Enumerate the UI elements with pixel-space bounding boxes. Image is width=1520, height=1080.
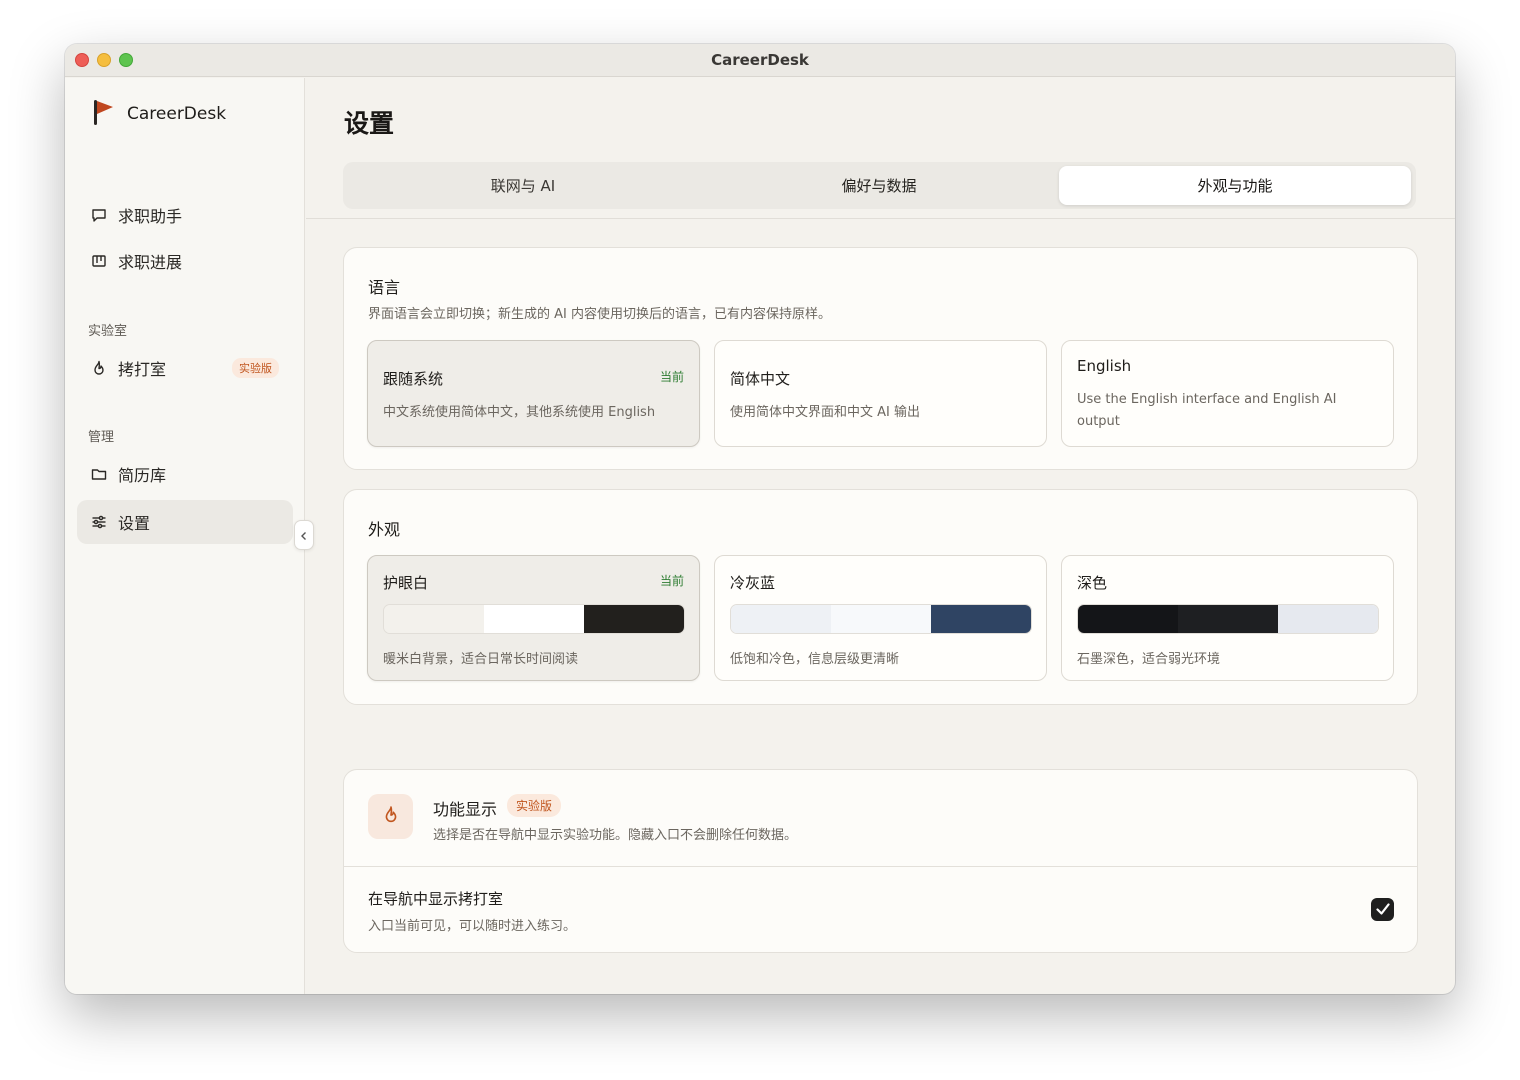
swatch-color <box>1178 605 1278 633</box>
current-label: 当前 <box>659 574 684 588</box>
theme-title: 护眼白 <box>383 574 429 592</box>
theme-title: 冷灰蓝 <box>730 574 776 592</box>
sidebar: CareerDesk 求职助手 求职进展 实验室 拷打室 实验版 管理 简历库 … <box>65 78 305 994</box>
app-window: CareerDesk CareerDesk 求职助手 求职进展 实验室 拷打室 … <box>65 44 1455 994</box>
theme-swatch <box>1077 604 1379 634</box>
section-label-lab: 实验室 <box>88 324 128 339</box>
tab-preferences-data[interactable]: 偏好与数据 <box>703 166 1055 205</box>
swatch-color <box>584 605 684 633</box>
sidebar-item-label: 拷打室 <box>118 360 167 379</box>
window-title: CareerDesk <box>711 51 809 69</box>
theme-swatch <box>730 604 1032 634</box>
show-grill-room-checkbox[interactable] <box>1371 898 1394 921</box>
appearance-card: 外观 护眼白 当前 暖米白背景，适合日常长时间阅读 冷灰蓝 低饱和冷色，信息层级… <box>343 489 1418 705</box>
sidebar-item-settings[interactable]: 设置 <box>77 500 293 544</box>
sidebar-item-label: 求职进展 <box>118 253 183 272</box>
sliders-icon <box>91 514 107 530</box>
swatch-color <box>731 605 831 633</box>
title-bar: CareerDesk <box>65 44 1455 77</box>
experimental-badge: 实验版 <box>507 794 562 817</box>
tab-appearance-features[interactable]: 外观与功能 <box>1059 166 1411 205</box>
swatch-color <box>1078 605 1178 633</box>
current-label: 当前 <box>659 370 684 384</box>
theme-desc: 石墨深色，适合弱光环境 <box>1077 652 1221 667</box>
language-title: 语言 <box>368 278 401 297</box>
close-window-button[interactable] <box>75 53 89 67</box>
sidebar-item-job-assistant[interactable]: 求职助手 <box>77 193 293 237</box>
folder-icon <box>91 466 107 482</box>
traffic-lights <box>75 53 133 67</box>
sidebar-item-label: 简历库 <box>118 466 167 485</box>
option-desc: 中文系统使用简体中文，其他系统使用 English <box>383 405 656 420</box>
option-desc: Use the English interface and English AI… <box>1077 392 1337 429</box>
theme-desc: 低饱和冷色，信息层级更清晰 <box>730 652 900 667</box>
language-option-en[interactable]: English Use the English interface and En… <box>1061 340 1394 447</box>
section-label-manage: 管理 <box>88 430 115 445</box>
theme-title: 深色 <box>1077 574 1108 592</box>
lab-badge: 实验版 <box>232 358 279 378</box>
toggle-title: 在导航中显示拷打室 <box>368 890 504 908</box>
chat-icon <box>91 207 107 223</box>
language-desc: 界面语言会立即切换；新生成的 AI 内容使用切换后的语言，已有内容保持原样。 <box>368 307 831 322</box>
sidebar-item-grill-room[interactable]: 拷打室 实验版 <box>77 346 293 390</box>
checkmark-icon <box>1375 900 1390 919</box>
features-card: 功能显示 实验版 选择是否在导航中显示实验功能。隐藏入口不会删除任何数据。 在导… <box>343 769 1418 953</box>
flag-logo-icon <box>91 98 115 130</box>
theme-swatch <box>383 604 685 634</box>
settings-tabs: 联网与 AI 偏好与数据 外观与功能 <box>343 162 1416 209</box>
sidebar-item-label: 设置 <box>118 514 151 533</box>
theme-option-eye-care-white[interactable]: 护眼白 当前 暖米白背景，适合日常长时间阅读 <box>367 555 700 681</box>
divider <box>344 866 1417 867</box>
swatch-color <box>484 605 584 633</box>
feature-icon-tile <box>368 794 413 839</box>
sidebar-item-label: 求职助手 <box>118 207 183 226</box>
option-desc: 使用简体中文界面和中文 AI 输出 <box>730 405 920 420</box>
features-title: 功能显示 <box>433 800 498 819</box>
board-icon <box>91 253 107 269</box>
tab-network-ai[interactable]: 联网与 AI <box>347 166 699 205</box>
option-title: 跟随系统 <box>383 370 444 388</box>
toggle-desc: 入口当前可见，可以随时进入练习。 <box>368 919 577 934</box>
swatch-color <box>831 605 931 633</box>
swatch-color <box>931 605 1031 633</box>
settings-main: 设置 联网与 AI 偏好与数据 外观与功能 语言 界面语言会立即切换；新生成的 … <box>306 78 1455 994</box>
flame-icon <box>91 360 107 376</box>
language-card: 语言 界面语言会立即切换；新生成的 AI 内容使用切换后的语言，已有内容保持原样… <box>343 247 1418 470</box>
minimize-window-button[interactable] <box>97 53 111 67</box>
swatch-color <box>1278 605 1378 633</box>
sidebar-item-resume-library[interactable]: 简历库 <box>77 452 293 496</box>
language-option-system[interactable]: 跟随系统 当前 中文系统使用简体中文，其他系统使用 English <box>367 340 700 447</box>
option-title: English <box>1077 357 1132 375</box>
sidebar-item-job-progress[interactable]: 求职进展 <box>77 239 293 283</box>
brand: CareerDesk <box>91 98 226 130</box>
brand-name: CareerDesk <box>127 104 227 124</box>
features-desc: 选择是否在导航中显示实验功能。隐藏入口不会删除任何数据。 <box>433 828 798 843</box>
language-option-zh[interactable]: 简体中文 使用简体中文界面和中文 AI 输出 <box>714 340 1047 447</box>
header-divider <box>306 218 1455 219</box>
swatch-color <box>384 605 484 633</box>
appearance-title: 外观 <box>368 520 401 539</box>
flame-icon <box>383 805 399 828</box>
theme-option-dark[interactable]: 深色 石墨深色，适合弱光环境 <box>1061 555 1394 681</box>
option-title: 简体中文 <box>730 370 791 388</box>
theme-option-cool-gray-blue[interactable]: 冷灰蓝 低饱和冷色，信息层级更清晰 <box>714 555 1047 681</box>
zoom-window-button[interactable] <box>119 53 133 67</box>
theme-desc: 暖米白背景，适合日常长时间阅读 <box>383 652 579 667</box>
page-title: 设置 <box>344 109 395 138</box>
